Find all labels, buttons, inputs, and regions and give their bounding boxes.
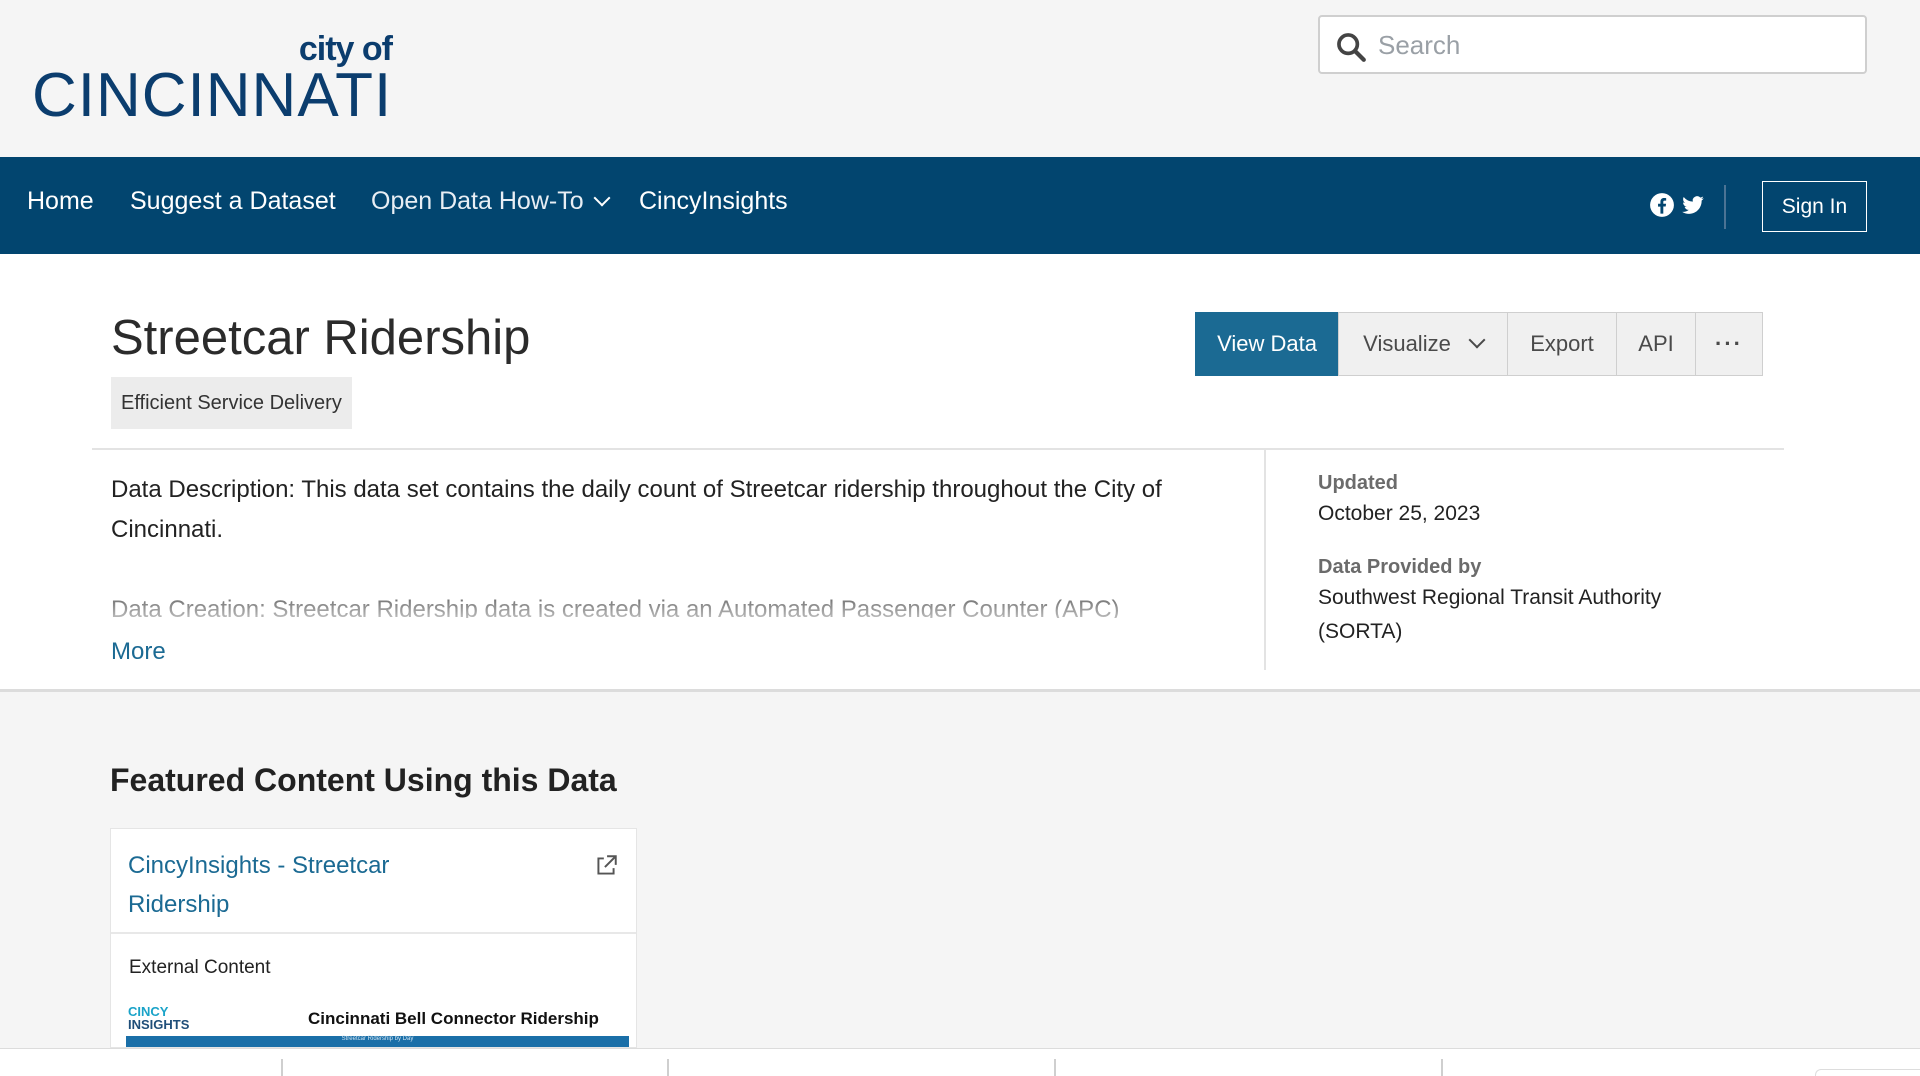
more-options-button[interactable]: ··· xyxy=(1695,312,1763,376)
updated-block: Updated October 25, 2023 xyxy=(1318,472,1480,531)
logo-cincinnati: CINCINNATI xyxy=(32,61,393,130)
nav-open-data-how-to-label: Open Data How-To xyxy=(371,187,584,215)
provider-block: Data Provided by Southwest Regional Tran… xyxy=(1318,556,1718,649)
search-icon xyxy=(1337,33,1366,62)
main-nav: Home Suggest a Dataset Open Data How-To … xyxy=(0,157,1920,254)
featured-heading: Featured Content Using this Data xyxy=(110,762,617,798)
card-divider xyxy=(111,932,636,934)
featured-card[interactable]: CincyInsights - Streetcar Ridership Exte… xyxy=(110,828,637,1048)
dataset-panel: Streetcar Ridership Efficient Service De… xyxy=(0,254,1920,692)
featured-card-title[interactable]: CincyInsights - Streetcar Ridership xyxy=(128,846,458,924)
nav-open-data-how-to[interactable]: Open Data How-To xyxy=(371,187,611,216)
more-link[interactable]: More xyxy=(111,638,166,666)
api-button[interactable]: API xyxy=(1616,312,1696,376)
visualize-button[interactable]: Visualize xyxy=(1338,312,1508,376)
bottom-strip xyxy=(0,1048,1920,1076)
thumb-logo-bottom: INSIGHTS xyxy=(128,1017,190,1032)
thumb-subtitle: Streetcar Ridership by Day xyxy=(341,1036,414,1042)
updated-label: Updated xyxy=(1318,472,1398,494)
city-logo[interactable]: city of CINCINNATI xyxy=(32,30,393,130)
provider-value: Southwest Regional Transit Authority (SO… xyxy=(1318,586,1662,643)
strip-divider xyxy=(281,1059,283,1076)
export-button[interactable]: Export xyxy=(1507,312,1617,376)
strip-divider xyxy=(1441,1059,1443,1076)
nav-home[interactable]: Home xyxy=(27,187,94,216)
category-tag[interactable]: Efficient Service Delivery xyxy=(111,377,352,429)
column-divider xyxy=(1264,448,1266,670)
facebook-icon[interactable] xyxy=(1649,192,1675,218)
site-header: city of CINCINNATI xyxy=(0,0,1920,157)
strip-divider xyxy=(667,1059,669,1076)
card-thumbnail[interactable]: CINCY INSIGHTS Cincinnati Bell Connector… xyxy=(126,1001,629,1047)
content-type-label: External Content xyxy=(129,957,271,978)
chevron-down-icon xyxy=(1468,331,1486,349)
search-input[interactable] xyxy=(1378,25,1848,65)
divider xyxy=(92,448,1784,450)
nav-suggest-dataset[interactable]: Suggest a Dataset xyxy=(130,187,336,216)
nav-cincyinsights[interactable]: CincyInsights xyxy=(639,187,788,216)
provider-label: Data Provided by xyxy=(1318,556,1482,578)
updated-value: October 25, 2023 xyxy=(1318,502,1481,525)
chevron-down-icon xyxy=(593,189,611,207)
dataset-title: Streetcar Ridership xyxy=(111,311,531,365)
thumb-title: Cincinnati Bell Connector Ridership xyxy=(308,1009,599,1028)
cincy-insights-logo: CINCY INSIGHTS xyxy=(128,1005,189,1031)
visualize-label: Visualize xyxy=(1363,331,1451,356)
data-description: Data Description: This data set contains… xyxy=(111,476,1162,543)
thumb-banner: Streetcar Ridership by Day xyxy=(126,1036,629,1047)
dataset-action-buttons: View Data Visualize Export API ··· xyxy=(1195,312,1763,376)
sign-in-button[interactable]: Sign In xyxy=(1762,181,1867,232)
floating-widget-edge[interactable] xyxy=(1815,1069,1920,1076)
view-data-button[interactable]: View Data xyxy=(1195,312,1339,376)
nav-divider xyxy=(1724,185,1726,229)
strip-divider xyxy=(1054,1059,1056,1076)
search-box[interactable] xyxy=(1318,15,1867,74)
twitter-icon[interactable] xyxy=(1680,192,1706,218)
external-link-icon[interactable] xyxy=(593,853,619,879)
data-creation-preview: Data Creation: Streetcar Ridership data … xyxy=(111,590,1211,618)
